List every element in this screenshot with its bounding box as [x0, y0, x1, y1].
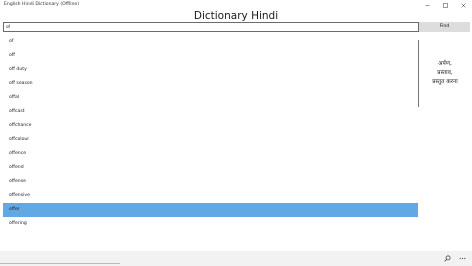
list-item[interactable]: offcast [3, 105, 418, 119]
search-button[interactable] [442, 253, 453, 264]
word-list[interactable]: of off off duty off season offal offcast offch… [3, 35, 418, 232]
list-item[interactable]: off season [3, 77, 418, 91]
meaning-panel: अर्पण, प्रस्ताव, प्रस्तुत करना [420, 60, 470, 87]
list-item[interactable]: offence [3, 147, 418, 161]
list-item[interactable]: off duty [3, 63, 418, 77]
more-icon [459, 257, 466, 260]
more-button[interactable] [457, 253, 468, 264]
app-window: English Hindi Dictionary (Offline) Dicti… [0, 0, 472, 266]
minimize-icon [425, 4, 429, 6]
list-item[interactable]: offal [3, 91, 418, 105]
close-icon [460, 2, 466, 8]
search-icon [444, 255, 451, 262]
meaning-line: प्रस्ताव, [437, 70, 453, 76]
list-item[interactable]: offcolour [3, 133, 418, 147]
maximize-icon [442, 2, 448, 8]
list-item[interactable]: offense [3, 175, 418, 189]
list-item[interactable]: offensive [3, 189, 418, 203]
list-item[interactable]: offend [3, 161, 418, 175]
meaning-divider [418, 40, 419, 107]
list-item[interactable]: offer [3, 203, 418, 217]
horizontal-scrollbar[interactable] [0, 263, 120, 264]
list-item[interactable]: of [3, 35, 418, 49]
list-item[interactable]: offering [3, 217, 418, 231]
find-button[interactable]: Find [419, 22, 470, 32]
search-input[interactable] [3, 22, 419, 32]
app-title: English Hindi Dictionary (Offline) [4, 2, 80, 7]
list-item[interactable]: offchance [3, 119, 418, 133]
list-item[interactable]: off [3, 49, 418, 63]
meaning-line: अर्पण, [438, 61, 452, 67]
meaning-line: प्रस्तुत करना [432, 79, 458, 85]
